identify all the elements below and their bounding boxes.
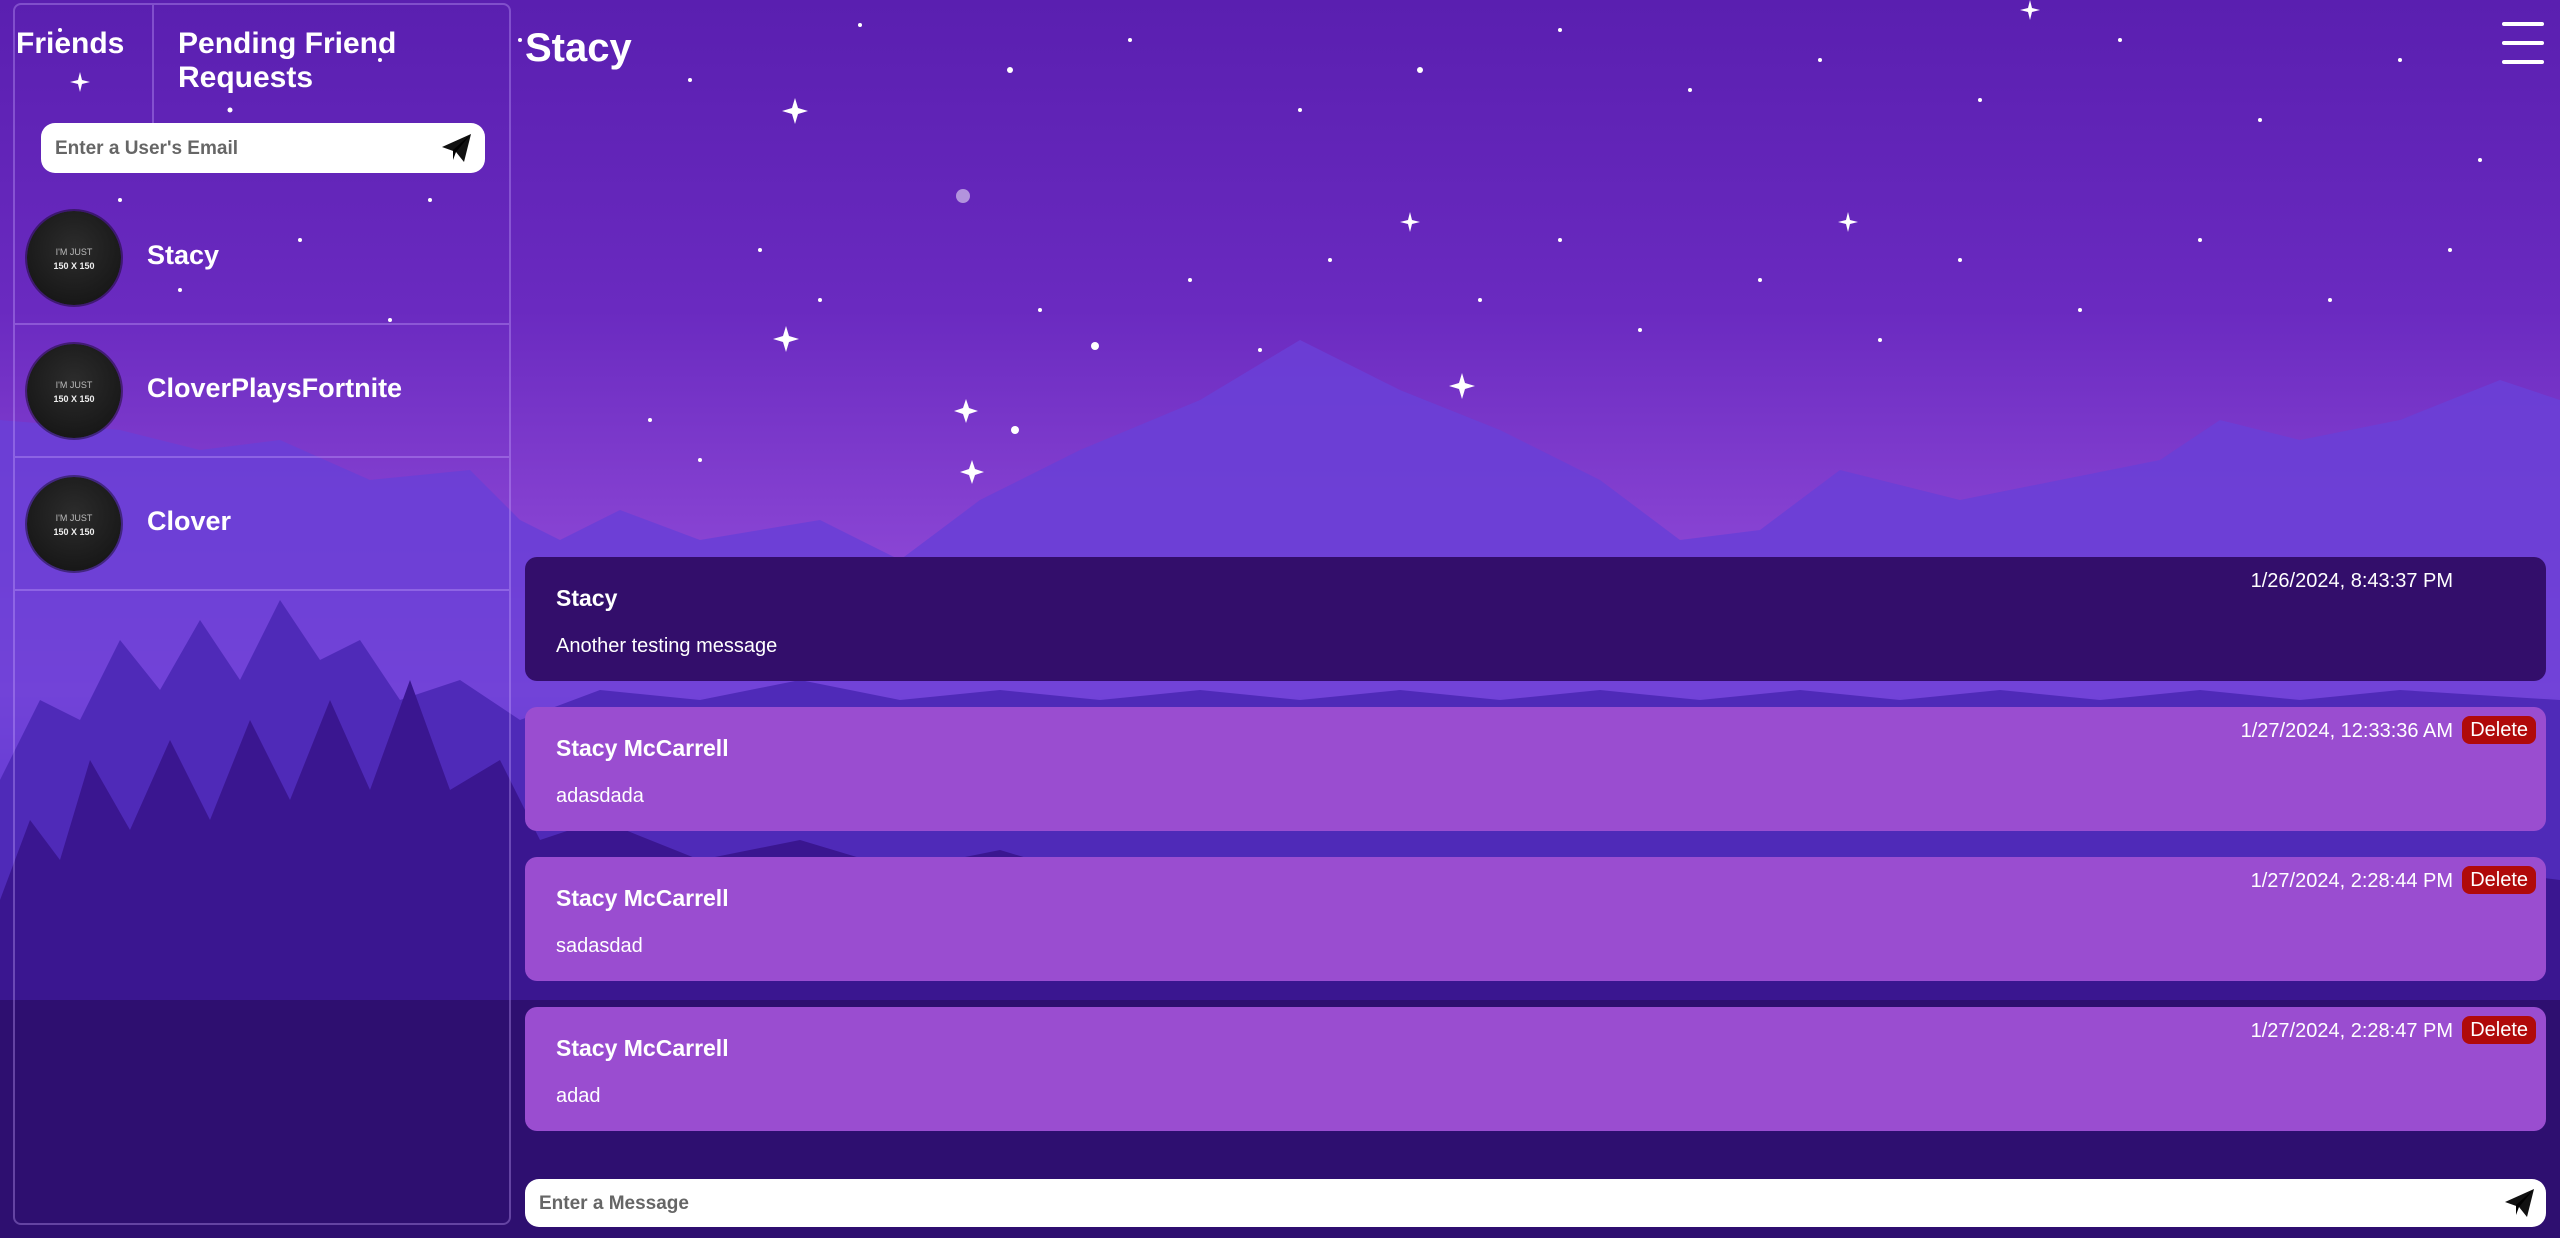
avatar: I'M JUST 150 X 150 [27,211,121,305]
hamburger-menu-icon[interactable] [2502,22,2544,64]
paper-plane-icon[interactable] [439,130,475,166]
tab-pending-friend-requests[interactable]: Pending Friend Requests [178,27,428,95]
message-item: Stacy McCarrell sadasdad 1/27/2024, 2:28… [525,857,2546,981]
friend-item-cloverplaysfortnite[interactable]: I'M JUST 150 X 150 CloverPlaysFortnite [15,325,509,458]
friend-name: Clover [147,506,232,536]
message-timestamp: 1/27/2024, 12:33:36 AM [2240,720,2453,742]
avatar-placeholder-text: I'M JUST [55,380,93,390]
message-text: adad [556,1085,601,1107]
message-author: Stacy McCarrell [556,1035,729,1061]
avatar-placeholder-size: 150 X 150 [53,527,95,537]
user-email-input[interactable] [53,123,437,175]
tab-divider [152,5,154,123]
avatar-placeholder-size: 150 X 150 [53,261,95,271]
add-friend-form [41,123,485,175]
avatar: I'M JUST 150 X 150 [27,477,121,571]
message-timestamp: 1/26/2024, 8:43:37 PM [2250,570,2453,592]
message-author: Stacy McCarrell [556,735,729,761]
message-timestamp: 1/27/2024, 2:28:47 PM [2250,1020,2453,1042]
friends-sidebar: Friends Pending Friend Requests I'M JUST… [13,3,511,1225]
avatar: I'M JUST 150 X 150 [27,344,121,438]
message-text: adasdada [556,785,644,807]
chat-title: Stacy [525,26,632,70]
friend-name: Stacy [147,240,220,270]
paper-plane-icon[interactable] [2502,1185,2538,1221]
avatar-placeholder-size: 150 X 150 [53,394,95,404]
friend-item-stacy[interactable]: I'M JUST 150 X 150 Stacy [15,192,509,325]
message-item: Stacy McCarrell adad 1/27/2024, 2:28:47 … [525,1007,2546,1131]
friend-item-clover[interactable]: I'M JUST 150 X 150 Clover [15,458,509,591]
message-author: Stacy McCarrell [556,885,729,911]
message-timestamp: 1/27/2024, 2:28:44 PM [2250,870,2453,892]
delete-message-button[interactable]: Delete [2462,866,2536,894]
avatar-placeholder-text: I'M JUST [55,247,93,257]
message-text: Another testing message [556,635,778,657]
message-author: Stacy [556,585,618,611]
message-text: sadasdad [556,935,643,957]
message-input[interactable] [537,1179,2481,1229]
message-item: Stacy McCarrell adasdada 1/27/2024, 12:3… [525,707,2546,831]
delete-message-button[interactable]: Delete [2462,716,2536,744]
message-composer [525,1179,2546,1229]
sidebar-tabs: Friends Pending Friend Requests [15,5,509,123]
delete-message-button[interactable]: Delete [2462,1016,2536,1044]
avatar-placeholder-text: I'M JUST [55,513,93,523]
tab-friends[interactable]: Friends [16,27,124,61]
friend-name: CloverPlaysFortnite [147,373,403,403]
message-item: Stacy Another testing message 1/26/2024,… [525,557,2546,681]
